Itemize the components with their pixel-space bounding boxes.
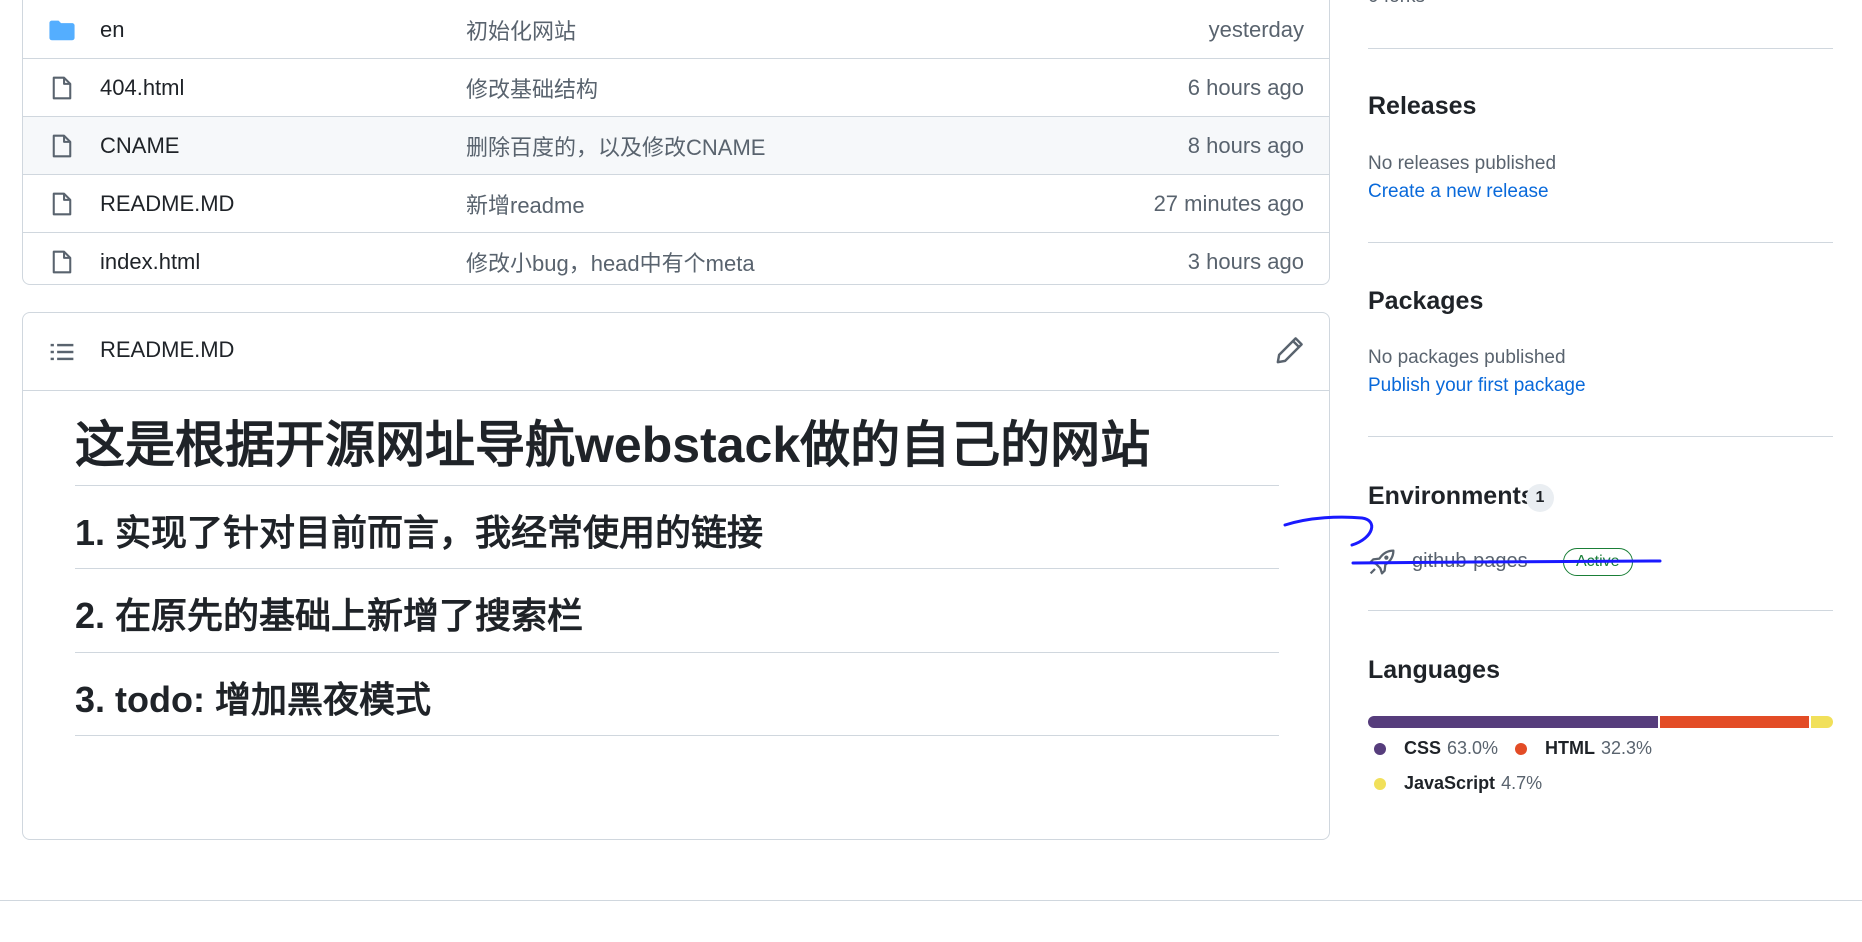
- readme-item: 2. 在原先的基础上新增了搜索栏: [75, 569, 1279, 653]
- file-icon: [49, 191, 75, 217]
- language-name: CSS: [1404, 738, 1442, 758]
- status-badge: Active: [1563, 548, 1633, 576]
- language-bar: [1368, 716, 1833, 728]
- file-icon: [49, 133, 75, 159]
- language-name: HTML: [1545, 738, 1595, 758]
- commit-time: 27 minutes ago: [1153, 190, 1304, 216]
- language-percent: 32.3%: [1600, 738, 1653, 758]
- file-row[interactable]: 404.html 修改基础结构 6 hours ago: [23, 59, 1329, 117]
- divider: [1368, 436, 1833, 437]
- packages-empty: No packages published: [1368, 347, 1566, 368]
- file-name[interactable]: index.html: [100, 249, 200, 275]
- language-name: JavaScript: [1404, 773, 1496, 793]
- language-item-css[interactable]: CSS 63.0%: [1374, 738, 1498, 759]
- divider: [1368, 610, 1833, 611]
- language-bar-segment-html: [1660, 716, 1810, 728]
- language-color-dot: [1374, 777, 1386, 790]
- create-release-link[interactable]: Create a new release: [1368, 181, 1549, 203]
- readme-filename: README.MD: [100, 337, 235, 362]
- environments-title[interactable]: Environments: [1368, 482, 1535, 511]
- readme-content: 这是根据开源网址导航webstack做的自己的网站 1. 实现了针对目前而言，我…: [75, 391, 1279, 737]
- language-bar-segment-javascript: [1811, 716, 1833, 728]
- commit-time: yesterday: [1208, 16, 1304, 42]
- releases-title[interactable]: Releases: [1368, 92, 1476, 121]
- language-item-html[interactable]: HTML 32.3%: [1515, 738, 1652, 759]
- environment-name[interactable]: github-pages: [1412, 550, 1528, 573]
- file-name[interactable]: 404.html: [100, 75, 184, 101]
- commit-message[interactable]: 初始化网站: [466, 14, 576, 46]
- divider: [1368, 48, 1833, 49]
- environment-item[interactable]: github-pages Active: [1368, 548, 1688, 578]
- file-list: en 初始化网站 yesterday 404.html 修改基础结构 6 hou…: [22, 0, 1330, 285]
- file-name[interactable]: README.MD: [100, 191, 234, 217]
- file-row[interactable]: README.MD 新增readme 27 minutes ago: [23, 175, 1329, 233]
- readme-panel: README.MD 这是根据开源网址导航webstack做的自己的网站 1. 实…: [22, 312, 1330, 840]
- commit-message[interactable]: 修改小bug，head中有个meta: [466, 246, 755, 278]
- folder-icon: [49, 17, 75, 43]
- file-row[interactable]: index.html 修改小bug，head中有个meta 3 hours ag…: [23, 233, 1329, 284]
- pencil-icon[interactable]: [1275, 335, 1305, 365]
- readme-item: 3. todo: 增加黑夜模式: [75, 653, 1279, 737]
- file-row[interactable]: CNAME 删除百度的，以及修改CNAME 8 hours ago: [23, 117, 1329, 175]
- environments-count: 1: [1526, 484, 1554, 512]
- readme-heading: 这是根据开源网址导航webstack做的自己的网站: [75, 391, 1279, 486]
- publish-package-link[interactable]: Publish your first package: [1368, 375, 1586, 397]
- commit-time: 8 hours ago: [1187, 132, 1304, 158]
- file-name[interactable]: en: [100, 17, 124, 43]
- divider: [1368, 242, 1833, 243]
- language-percent: 4.7%: [1501, 773, 1543, 793]
- language-percent: 63.0%: [1447, 738, 1499, 758]
- readme-item: 1. 实现了针对目前而言，我经常使用的链接: [75, 486, 1279, 570]
- file-icon: [49, 249, 75, 275]
- language-item-javascript[interactable]: JavaScript 4.7%: [1374, 773, 1542, 794]
- commit-message[interactable]: 新增readme: [466, 188, 585, 220]
- file-row[interactable]: en 初始化网站 yesterday: [23, 1, 1329, 59]
- forks-count[interactable]: 0 forks: [1368, 0, 1425, 8]
- commit-time: 3 hours ago: [1187, 249, 1304, 274]
- commit-message[interactable]: 删除百度的，以及修改CNAME: [466, 130, 765, 162]
- rocket-icon: [1368, 548, 1396, 576]
- language-color-dot: [1374, 742, 1386, 755]
- languages-title: Languages: [1368, 656, 1500, 684]
- list-icon[interactable]: [49, 339, 75, 365]
- language-bar-segment-css: [1368, 716, 1659, 728]
- footer-divider: [0, 900, 1862, 901]
- file-icon: [49, 75, 75, 101]
- file-name[interactable]: CNAME: [100, 133, 179, 159]
- commit-message[interactable]: 修改基础结构: [466, 72, 598, 104]
- readme-header: README.MD: [23, 313, 1329, 391]
- commit-time: 6 hours ago: [1187, 74, 1304, 100]
- packages-title[interactable]: Packages: [1368, 287, 1483, 316]
- language-color-dot: [1515, 742, 1527, 755]
- releases-empty: No releases published: [1368, 153, 1557, 174]
